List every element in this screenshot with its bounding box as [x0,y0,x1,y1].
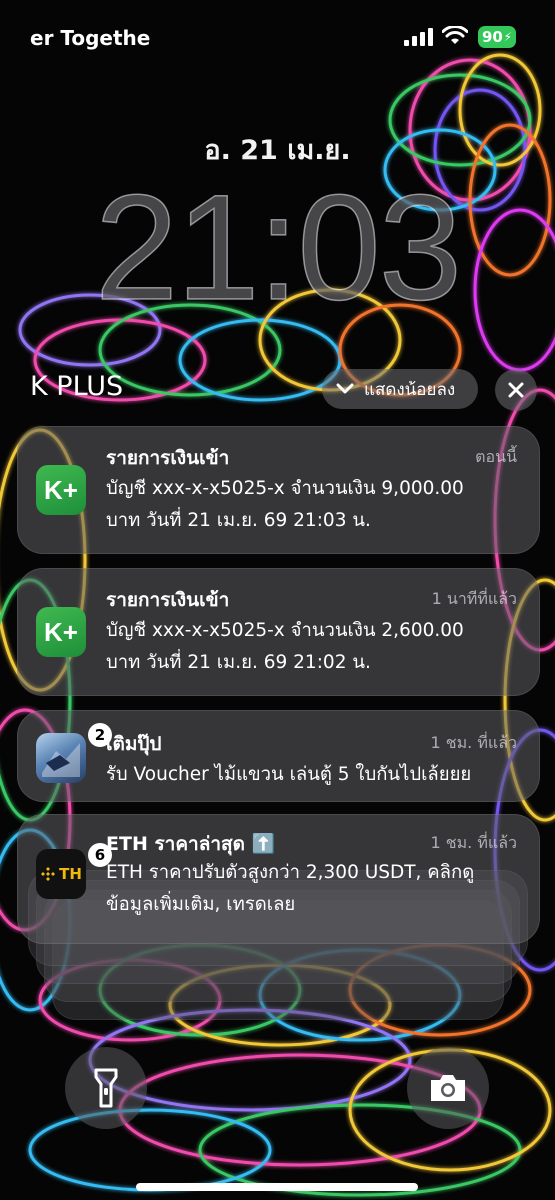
clear-group-button[interactable] [495,369,537,411]
notification-body-line1: บัญชี xxx-x-x5025-x จำนวนเงิน 9,000.00 [106,478,464,499]
notification-time: ตอนนี้ [475,447,517,466]
notification-body-line2: บาท วันที่ 21 เม.ย. 69 21:02 น. [106,652,371,673]
charging-bolt-icon: ⚡ [503,30,512,44]
notification-body-line1: บัญชี xxx-x-x5025-x จำนวนเงิน 2,600.00 [106,620,464,641]
binance-icon [41,867,56,881]
binance-th-app-icon: TH [36,849,86,899]
notification-card[interactable]: K+ รายการเงินเข้า 1 นาทีที่แล้ว บัญชี xx… [17,568,540,696]
battery-icon: 90 ⚡ [478,26,516,48]
status-bar: er Togethe 90 ⚡ [0,22,555,54]
notification-card[interactable]: TH 6 ETH ราคาล่าสุด ⬆️ 1 ชม. ที่แล้ว ETH… [17,814,540,944]
notification-title: เติมปุ๊ป [106,733,162,755]
battery-level: 90 [482,28,503,46]
carrier-label: er Togethe [30,26,151,50]
notification-title: ETH ราคาล่าสุด ⬆️ [106,833,276,855]
notification-body-line2: ข้อมูลเพิ่มเติม, เทรดเลย [106,894,296,915]
flashlight-icon [94,1068,118,1108]
signal-icon [404,28,433,46]
lock-clock: 21:03 [94,162,463,332]
show-less-label: แสดงน้อยลง [364,379,456,400]
flashlight-button[interactable] [65,1047,147,1129]
game-artwork-icon [42,743,80,777]
notification-time: 1 ชม. ที่แล้ว [430,733,518,752]
notification-body-line1: รับ Voucher ไม้แขวน เล่นตู้ 5 ใบกันไปเล้… [106,764,472,785]
notification-card[interactable]: 2 เติมปุ๊ป 1 ชม. ที่แล้ว รับ Voucher ไม้… [17,710,540,802]
notification-group-title: K PLUS [30,371,124,402]
close-icon [508,382,524,398]
game-app-icon [36,733,86,783]
notification-body-line2: บาท วันที่ 21 เม.ย. 69 21:03 น. [106,510,371,531]
notification-card[interactable]: K+ รายการเงินเข้า ตอนนี้ บัญชี xxx-x-x50… [17,426,540,554]
notification-body-line1: ETH ราคาปรับตัวสูงกว่า 2,300 USDT, คลิกด… [106,862,475,883]
wifi-icon [442,26,468,44]
kplus-app-icon: K+ [36,465,86,515]
kplus-app-icon: K+ [36,607,86,657]
camera-icon [431,1075,465,1101]
chevron-down-icon [336,383,354,394]
camera-button[interactable] [407,1047,489,1129]
notification-time: 1 นาทีที่แล้ว [431,589,517,608]
show-less-button[interactable]: แสดงน้อยลง [322,369,478,409]
notification-title: รายการเงินเข้า [106,447,230,469]
home-indicator[interactable] [136,1183,418,1191]
app-icon-label: TH [59,865,82,883]
notification-time: 1 ชม. ที่แล้ว [430,833,518,852]
notification-title: รายการเงินเข้า [106,589,230,611]
